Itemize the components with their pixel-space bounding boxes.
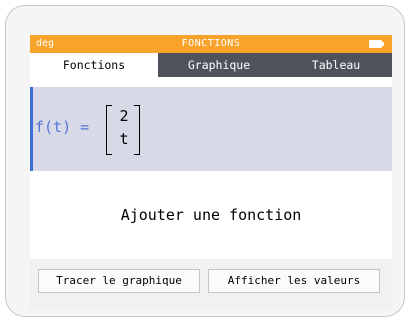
action-bar: Tracer le graphique Afficher les valeurs	[30, 259, 392, 310]
function-color-indicator	[30, 87, 33, 171]
plot-graph-button[interactable]: Tracer le graphique	[38, 269, 200, 293]
app-title: FONCTIONS	[181, 38, 241, 49]
function-name: f(t) =	[35, 118, 90, 136]
show-values-button[interactable]: Afficher les valeurs	[208, 269, 380, 293]
matrix-cell: 2	[119, 107, 129, 125]
status-bar: deg FONCTIONS	[30, 35, 392, 53]
add-function-button[interactable]: Ajouter une fonction	[30, 171, 392, 259]
function-row[interactable]: f(t) = 2 t	[30, 87, 392, 171]
matrix-cell: t	[119, 130, 129, 148]
tab-fonctions[interactable]: Fonctions	[30, 53, 158, 77]
battery-icon	[369, 40, 384, 48]
calculator-frame: deg FONCTIONS Fonctions Graphique Tablea…	[5, 5, 405, 317]
tab-tableau[interactable]: Tableau	[280, 53, 392, 77]
tab-graphique[interactable]: Graphique	[158, 53, 280, 77]
calculator-screen: deg FONCTIONS Fonctions Graphique Tablea…	[30, 35, 392, 310]
tab-bar: Fonctions Graphique Tableau	[30, 53, 392, 77]
function-matrix: 2 t	[106, 105, 140, 155]
